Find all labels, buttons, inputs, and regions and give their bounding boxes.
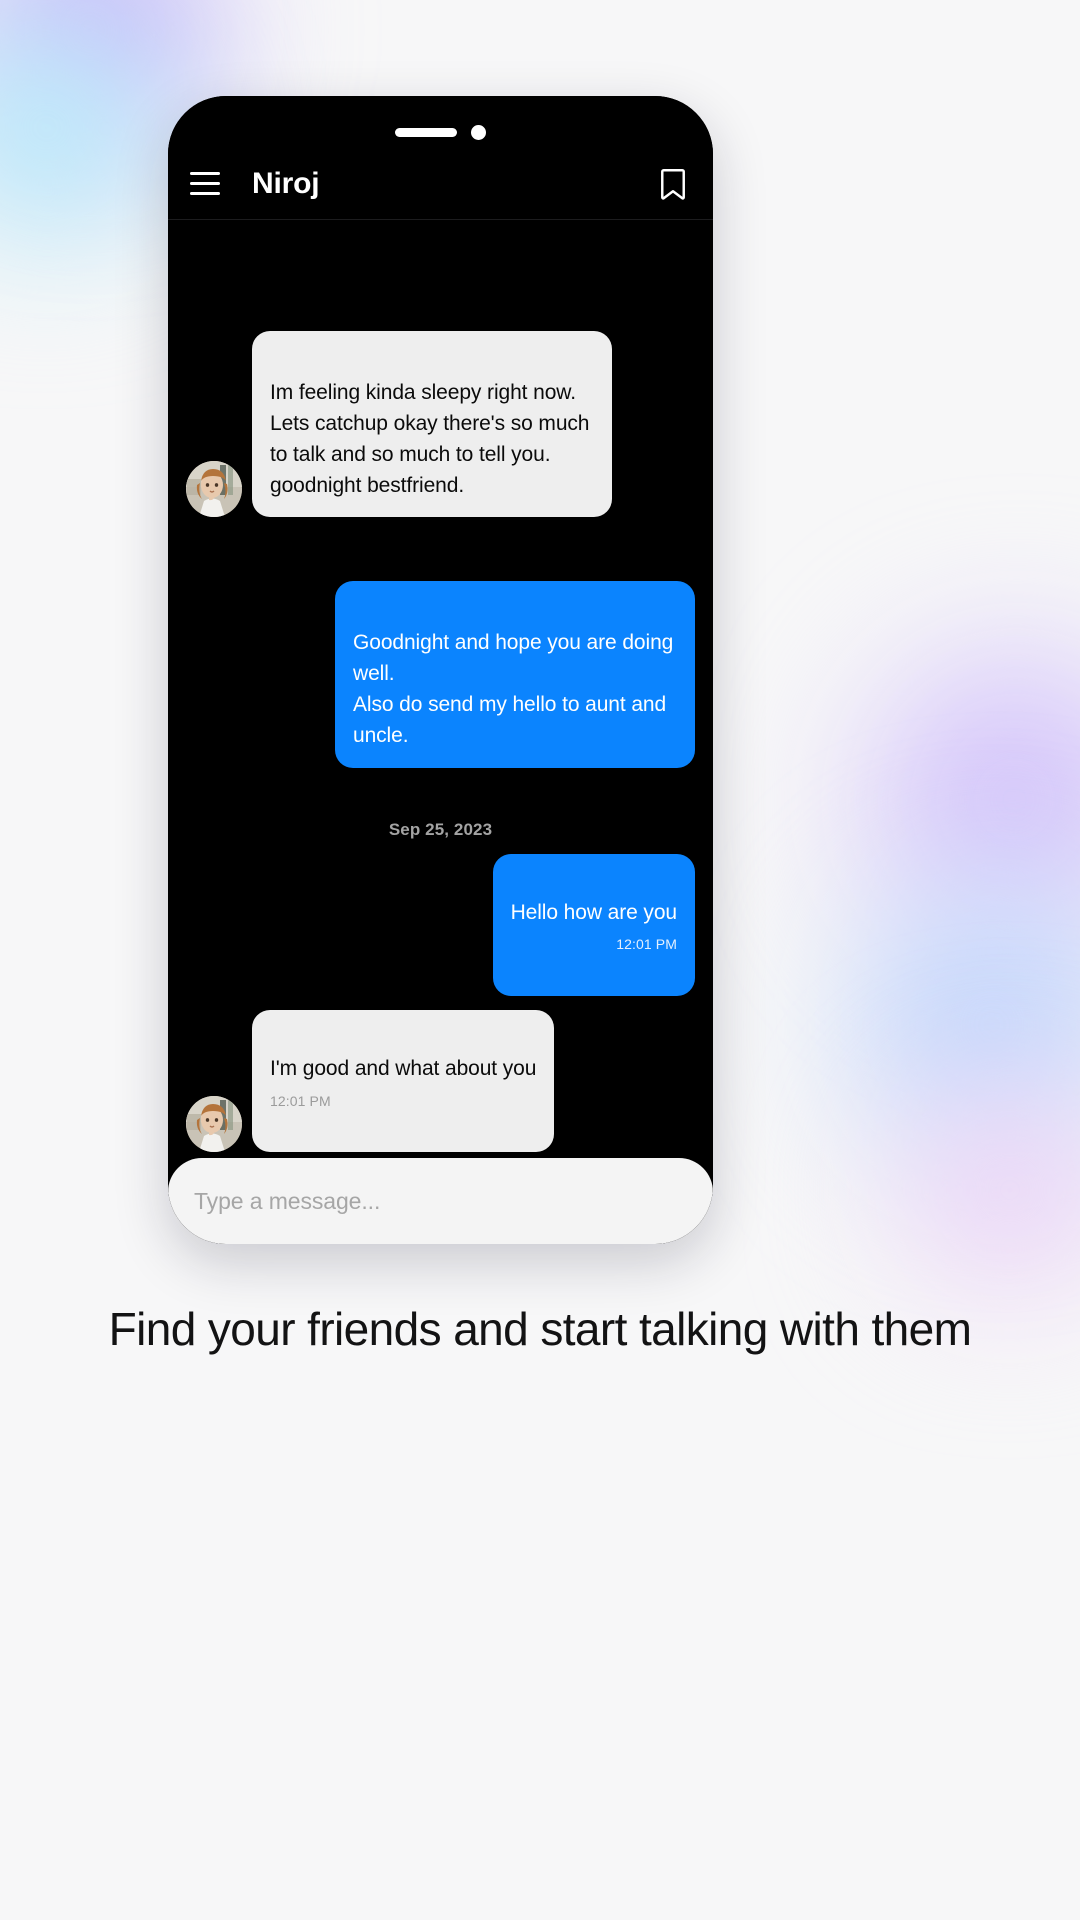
message-text: Im feeling kinda sleepy right now. Lets … xyxy=(270,380,590,497)
date-divider: Sep 25, 2023 xyxy=(388,819,493,839)
message-row-outgoing: Goodnight and hope you are doing well. A… xyxy=(186,581,695,768)
message-input[interactable] xyxy=(194,1187,687,1215)
message-text: I'm good and what about you xyxy=(270,1056,537,1080)
dynamic-island-pill-icon xyxy=(395,127,457,137)
message-bubble: Hello how are you 12:01 PM xyxy=(492,853,695,996)
status-bar xyxy=(168,96,713,148)
message-bubble: Im feeling kinda sleepy right now. Lets … xyxy=(252,331,612,518)
phone-screen: Niroj Im feeling kinda sleepy right now.… xyxy=(168,96,713,1244)
message-composer[interactable] xyxy=(168,1158,713,1244)
message-timestamp: 12:01 PM xyxy=(616,936,677,953)
marketing-caption: Find your friends and start talking with… xyxy=(108,1303,972,1355)
hamburger-bar xyxy=(190,172,220,175)
message-list[interactable]: Im feeling kinda sleepy right now. Lets … xyxy=(168,220,713,1158)
chat-header: Niroj xyxy=(168,148,713,220)
message-text: Goodnight and hope you are doing well. A… xyxy=(353,631,674,747)
hamburger-bar xyxy=(190,192,220,195)
phone-mockup: Niroj Im feeling kinda sleepy right now.… xyxy=(168,96,713,1244)
avatar xyxy=(186,1096,242,1152)
message-row-incoming: I'm good and what about you 12:01 PM xyxy=(186,1009,695,1152)
page-title: Niroj xyxy=(252,166,320,200)
bookmark-icon[interactable] xyxy=(659,167,687,201)
message-timestamp: 12:01 PM xyxy=(270,1092,331,1109)
hamburger-bar xyxy=(190,182,220,185)
hamburger-menu-icon[interactable] xyxy=(190,171,224,197)
message-row-incoming: Im feeling kinda sleepy right now. Lets … xyxy=(186,331,695,518)
message-bubble: I'm good and what about you 12:01 PM xyxy=(252,1009,555,1152)
message-row-outgoing: Hello how are you 12:01 PM xyxy=(186,853,695,996)
message-bubble: Goodnight and hope you are doing well. A… xyxy=(335,581,695,768)
front-camera-dot-icon xyxy=(471,124,486,140)
avatar xyxy=(186,461,242,518)
message-text: Hello how are you xyxy=(510,900,678,924)
